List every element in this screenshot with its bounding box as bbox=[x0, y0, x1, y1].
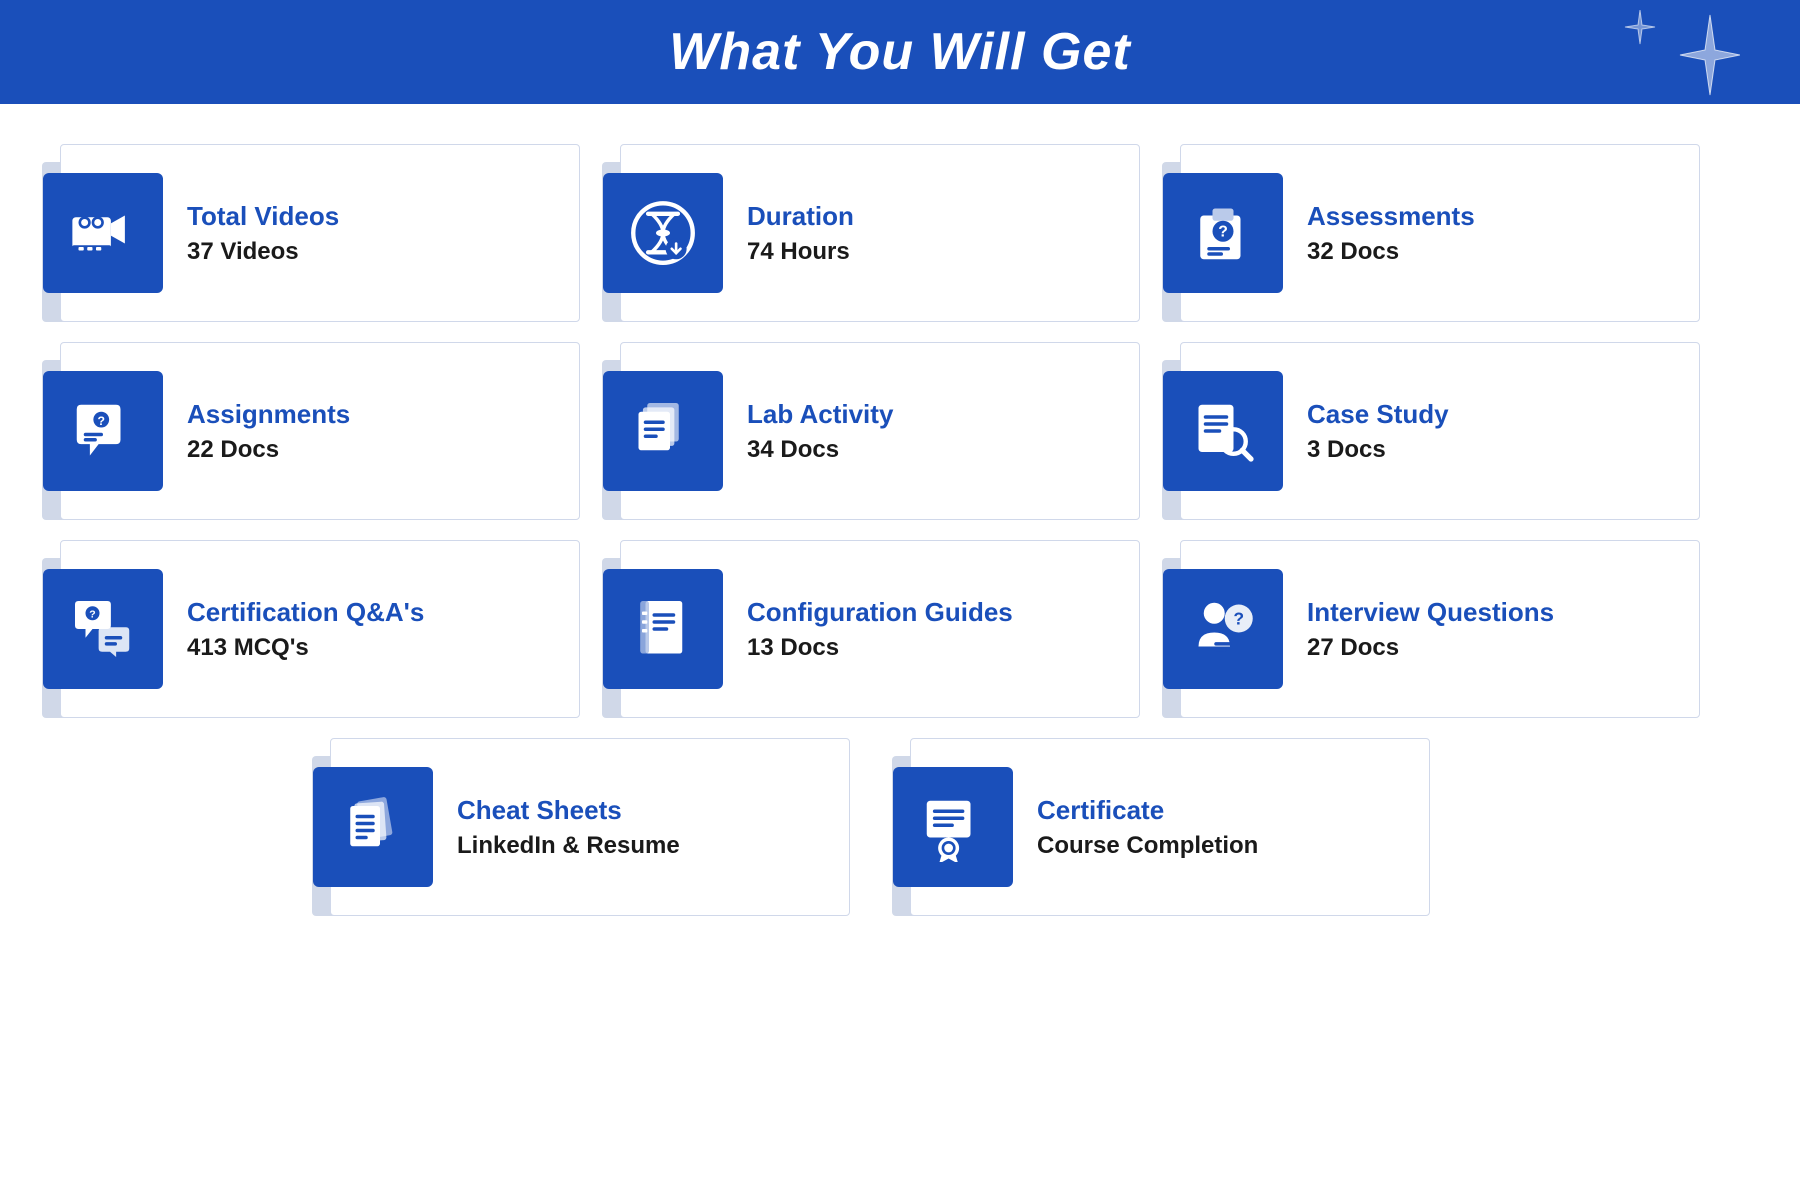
card-text-assignments: Assignments 22 Docs bbox=[187, 399, 551, 464]
card-wrapper-duration: Duration 74 Hours bbox=[620, 144, 1140, 322]
card-text-duration: Duration 74 Hours bbox=[747, 201, 1111, 266]
card-wrapper-config-guides: Configuration Guides 13 Docs bbox=[620, 540, 1140, 718]
svg-text:?: ? bbox=[1218, 224, 1228, 241]
clock-icon bbox=[628, 198, 698, 268]
card-interview-questions: ? Interview Questions 27 Docs bbox=[1180, 540, 1700, 718]
card-wrapper-cheat-sheets: Cheat Sheets LinkedIn & Resume bbox=[330, 738, 850, 916]
card-text-cert-qa: Certification Q&A's 413 MCQ's bbox=[187, 597, 551, 662]
card-assignments: ? Assignments 22 Docs bbox=[60, 342, 580, 520]
page-header: What You Will Get bbox=[0, 0, 1800, 104]
certificate-icon-box bbox=[893, 767, 1013, 887]
lab-activity-value: 34 Docs bbox=[747, 436, 1111, 464]
duration-title: Duration bbox=[747, 201, 1111, 232]
certqa-icon: ? bbox=[68, 594, 138, 664]
card-lab-activity: Lab Activity 34 Docs bbox=[620, 342, 1140, 520]
card-wrapper-total-videos: Total Videos 37 Videos bbox=[60, 144, 580, 322]
card-text-total-videos: Total Videos 37 Videos bbox=[187, 201, 551, 266]
assessments-value: 32 Docs bbox=[1307, 238, 1671, 266]
duration-icon-box bbox=[603, 173, 723, 293]
case-study-value: 3 Docs bbox=[1307, 436, 1671, 464]
total-videos-value: 37 Videos bbox=[187, 238, 551, 266]
svg-text:?: ? bbox=[98, 414, 105, 428]
card-wrapper-certificate: Certificate Course Completion bbox=[910, 738, 1430, 916]
card-wrapper-case-study: Case Study 3 Docs bbox=[1180, 342, 1700, 520]
assessment-icon: ? bbox=[1188, 198, 1258, 268]
card-text-cheat-sheets: Cheat Sheets LinkedIn & Resume bbox=[457, 795, 821, 860]
card-text-config-guides: Configuration Guides 13 Docs bbox=[747, 597, 1111, 662]
card-text-case-study: Case Study 3 Docs bbox=[1307, 399, 1671, 464]
total-videos-title: Total Videos bbox=[187, 201, 551, 232]
casestudy-icon bbox=[1188, 396, 1258, 466]
card-total-videos: Total Videos 37 Videos bbox=[60, 144, 580, 322]
row-1: Total Videos 37 Videos bbox=[60, 144, 1740, 322]
config-guides-icon-box bbox=[603, 569, 723, 689]
assignments-title: Assignments bbox=[187, 399, 551, 430]
assignment-icon: ? bbox=[68, 396, 138, 466]
assignments-value: 22 Docs bbox=[187, 436, 551, 464]
card-config-guides: Configuration Guides 13 Docs bbox=[620, 540, 1140, 718]
card-text-lab-activity: Lab Activity 34 Docs bbox=[747, 399, 1111, 464]
main-content: Total Videos 37 Videos bbox=[0, 104, 1800, 986]
cheat-sheets-value: LinkedIn & Resume bbox=[457, 832, 821, 860]
assessments-title: Assessments bbox=[1307, 201, 1671, 232]
cheatsheet-icon bbox=[338, 792, 408, 862]
row-2: ? Assignments 22 Docs bbox=[60, 342, 1740, 520]
interview-questions-value: 27 Docs bbox=[1307, 634, 1671, 662]
interview-questions-title: Interview Questions bbox=[1307, 597, 1671, 628]
total-videos-icon-box bbox=[43, 173, 163, 293]
cheat-sheets-title: Cheat Sheets bbox=[457, 795, 821, 826]
card-text-assessments: Assessments 32 Docs bbox=[1307, 201, 1671, 266]
lab-activity-title: Lab Activity bbox=[747, 399, 1111, 430]
card-wrapper-cert-qa: ? Certification Q&A's 413 MCQ's bbox=[60, 540, 580, 718]
svg-text:?: ? bbox=[1233, 609, 1244, 629]
assignments-icon-box: ? bbox=[43, 371, 163, 491]
lab-icon bbox=[628, 396, 698, 466]
interview-icon: ? bbox=[1188, 594, 1258, 664]
card-case-study: Case Study 3 Docs bbox=[1180, 342, 1700, 520]
card-assessments: ? Assessments 32 Docs bbox=[1180, 144, 1700, 322]
cheat-sheets-icon-box bbox=[313, 767, 433, 887]
card-wrapper-assessments: ? Assessments 32 Docs bbox=[1180, 144, 1700, 322]
card-text-interview-questions: Interview Questions 27 Docs bbox=[1307, 597, 1671, 662]
certificate-value: Course Completion bbox=[1037, 832, 1401, 860]
svg-text:?: ? bbox=[89, 609, 95, 621]
card-cheat-sheets: Cheat Sheets LinkedIn & Resume bbox=[330, 738, 850, 916]
card-text-certificate: Certificate Course Completion bbox=[1037, 795, 1401, 860]
case-study-icon-box bbox=[1163, 371, 1283, 491]
config-icon bbox=[628, 594, 698, 664]
page-title: What You Will Get bbox=[40, 22, 1760, 82]
cert-qa-value: 413 MCQ's bbox=[187, 634, 551, 662]
case-study-title: Case Study bbox=[1307, 399, 1671, 430]
card-wrapper-assignments: ? Assignments 22 Docs bbox=[60, 342, 580, 520]
duration-value: 74 Hours bbox=[747, 238, 1111, 266]
lab-activity-icon-box bbox=[603, 371, 723, 491]
assessments-icon-box: ? bbox=[1163, 173, 1283, 293]
config-guides-value: 13 Docs bbox=[747, 634, 1111, 662]
certificate-icon bbox=[918, 792, 988, 862]
card-wrapper-lab-activity: Lab Activity 34 Docs bbox=[620, 342, 1140, 520]
cert-qa-title: Certification Q&A's bbox=[187, 597, 551, 628]
config-guides-title: Configuration Guides bbox=[747, 597, 1111, 628]
certificate-title: Certificate bbox=[1037, 795, 1401, 826]
row-3: ? Certification Q&A's 413 MCQ's bbox=[60, 540, 1740, 718]
card-wrapper-interview-questions: ? Interview Questions 27 Docs bbox=[1180, 540, 1700, 718]
cert-qa-icon-box: ? bbox=[43, 569, 163, 689]
card-cert-qa: ? Certification Q&A's 413 MCQ's bbox=[60, 540, 580, 718]
card-duration: Duration 74 Hours bbox=[620, 144, 1140, 322]
row-4: Cheat Sheets LinkedIn & Resume bbox=[60, 738, 1740, 916]
interview-questions-icon-box: ? bbox=[1163, 569, 1283, 689]
video-icon bbox=[68, 198, 138, 268]
card-certificate: Certificate Course Completion bbox=[910, 738, 1430, 916]
